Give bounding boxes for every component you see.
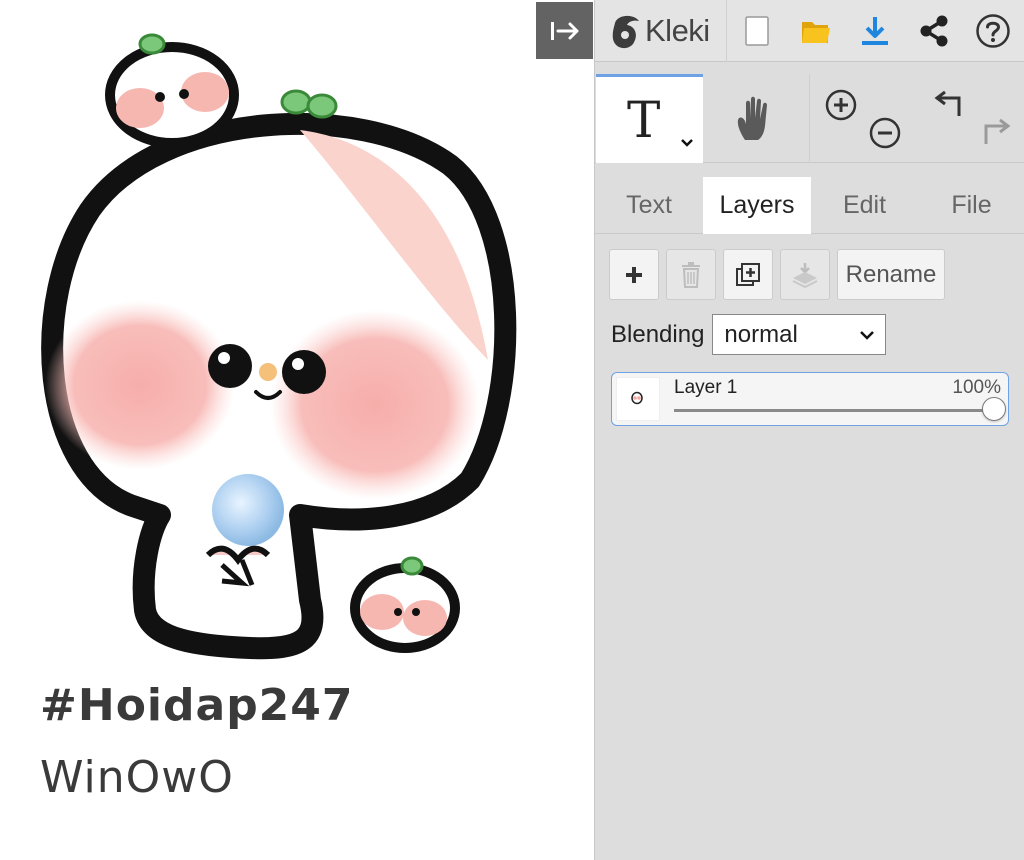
share-icon bbox=[920, 15, 947, 46]
blending-select[interactable]: normal bbox=[712, 314, 887, 355]
artwork-image bbox=[41, 33, 517, 660]
trash-icon bbox=[682, 261, 700, 288]
layer-thumbnail-image bbox=[631, 391, 643, 405]
chevron-down-icon[interactable] bbox=[679, 137, 695, 149]
layer-opacity-value: 100% bbox=[952, 377, 1001, 398]
new-file-icon bbox=[744, 15, 769, 46]
kleki-logo-icon bbox=[612, 15, 639, 48]
hand-icon bbox=[737, 96, 767, 140]
merge-down-button[interactable] bbox=[780, 249, 830, 300]
caption-hashtag: #Hoidap247 bbox=[40, 680, 354, 731]
save-button[interactable] bbox=[845, 0, 904, 62]
zoom-out-button[interactable] bbox=[868, 116, 902, 155]
tool-row: T bbox=[595, 74, 1024, 163]
open-file-button[interactable] bbox=[786, 0, 845, 62]
delete-layer-button[interactable] bbox=[666, 249, 716, 300]
plus-icon bbox=[626, 266, 642, 283]
tab-layers[interactable]: Layers bbox=[703, 177, 811, 234]
zoom-out-icon bbox=[869, 117, 901, 149]
collapse-panel-icon bbox=[550, 21, 578, 40]
hand-tool-button[interactable] bbox=[703, 74, 810, 163]
zoom-in-button[interactable] bbox=[824, 88, 858, 127]
top-toolbar: Kleki bbox=[595, 0, 1024, 62]
undo-button[interactable] bbox=[933, 88, 969, 127]
side-panel: Kleki T Text Layers Edit File Rename Ble… bbox=[594, 0, 1024, 860]
drawing-canvas[interactable]: #Hoidap247 WinOwO bbox=[0, 0, 594, 860]
zoom-in-icon bbox=[825, 89, 857, 121]
layer-toolbar: Rename bbox=[609, 249, 945, 300]
collapse-panel-button[interactable] bbox=[536, 2, 593, 59]
layer-item[interactable]: Layer 1 100% bbox=[611, 372, 1009, 426]
blending-value: normal bbox=[724, 320, 798, 348]
duplicate-layer-button[interactable] bbox=[723, 249, 773, 300]
text-tool-button[interactable]: T bbox=[596, 74, 703, 163]
layer-thumbnail bbox=[616, 377, 660, 421]
merge-down-icon bbox=[792, 262, 818, 288]
rename-layer-button[interactable]: Rename bbox=[837, 249, 945, 300]
blending-label: Blending bbox=[611, 320, 705, 348]
caption-username: WinOwO bbox=[40, 752, 234, 803]
share-button[interactable] bbox=[904, 0, 963, 62]
redo-icon bbox=[984, 118, 1011, 144]
logo-text: Kleki bbox=[645, 12, 710, 48]
add-layer-button[interactable] bbox=[609, 249, 659, 300]
layer-name: Layer 1 bbox=[674, 377, 738, 398]
redo-button[interactable] bbox=[976, 116, 1012, 155]
kleki-logo[interactable]: Kleki bbox=[595, 0, 727, 62]
tab-text[interactable]: Text bbox=[595, 177, 703, 234]
text-tool-glyph: T bbox=[627, 91, 661, 149]
undo-icon bbox=[934, 90, 961, 116]
folder-icon bbox=[801, 21, 830, 43]
duplicate-icon bbox=[736, 262, 760, 286]
help-icon bbox=[975, 13, 1010, 48]
blending-row: Blending normal bbox=[611, 314, 887, 355]
new-image-button[interactable] bbox=[727, 0, 786, 62]
help-button[interactable] bbox=[963, 0, 1022, 62]
tab-file[interactable]: File bbox=[918, 177, 1024, 234]
download-icon bbox=[861, 16, 888, 45]
panel-tabs: Text Layers Edit File bbox=[595, 177, 1024, 234]
tab-edit[interactable]: Edit bbox=[811, 177, 918, 234]
layer-opacity-slider[interactable] bbox=[674, 397, 1006, 421]
chevron-down-icon bbox=[860, 330, 875, 340]
slider-thumb[interactable] bbox=[982, 397, 1006, 421]
